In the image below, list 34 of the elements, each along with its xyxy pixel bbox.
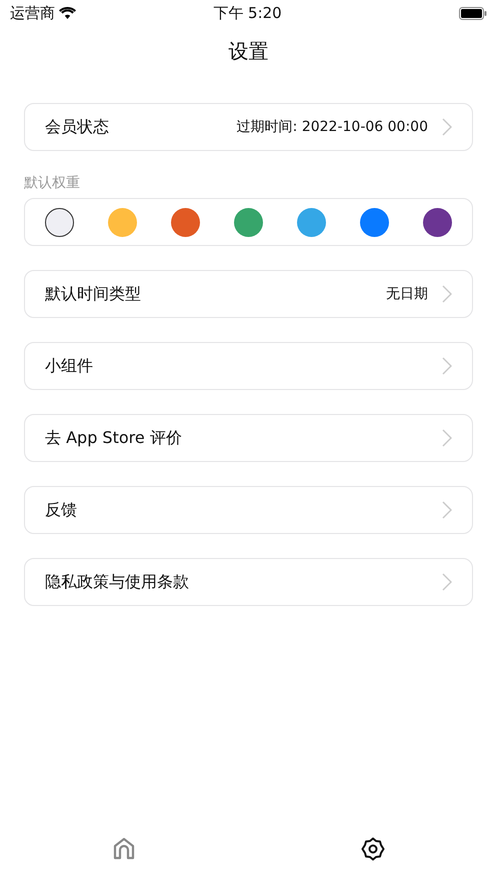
page-title: 设置 (228, 38, 270, 65)
battery-icon (458, 6, 487, 20)
section-label: 默认权重 (24, 174, 81, 193)
row-label: 反馈 (45, 499, 77, 521)
color-dot[interactable] (360, 208, 389, 236)
settings-row[interactable]: 反馈 (24, 486, 473, 534)
chevron-icon (442, 357, 452, 375)
settings-row[interactable]: 小组件 (24, 342, 473, 390)
color-dot[interactable] (45, 208, 74, 236)
row-label: 去 App Store 评价 (45, 427, 182, 449)
color-dot[interactable] (234, 208, 263, 236)
chevron-icon (442, 285, 452, 303)
carrier-text: 运营商 (10, 2, 55, 24)
row-value: 过期时间: 2022-10-06 00:00 (236, 118, 428, 136)
row-value: 无日期 (386, 284, 428, 304)
color-dot[interactable] (171, 208, 200, 236)
settings-row[interactable]: 去 App Store 评价 (24, 414, 473, 462)
settings-row[interactable]: 隐私政策与使用条款 (24, 558, 473, 606)
color-dot[interactable] (108, 208, 137, 236)
row-label: 会员状态 (45, 116, 109, 138)
settings-row[interactable]: 默认时间类型 无日期 (24, 270, 473, 318)
wifi-icon (59, 7, 76, 19)
chevron-icon (442, 573, 452, 591)
color-dot[interactable] (423, 208, 452, 236)
settings-icon[interactable] (360, 836, 386, 862)
row-label: 默认时间类型 (45, 283, 141, 305)
row-label: 隐私政策与使用条款 (45, 571, 189, 593)
settings-row[interactable]: 会员状态 过期时间: 2022-10-06 00:00 (24, 103, 473, 151)
color-dot[interactable] (297, 208, 326, 236)
chevron-icon (442, 501, 452, 519)
row-label: 小组件 (45, 355, 93, 377)
chevron-icon (442, 118, 452, 136)
chevron-icon (442, 429, 452, 447)
clock-text: 下午 5:20 (213, 2, 282, 24)
